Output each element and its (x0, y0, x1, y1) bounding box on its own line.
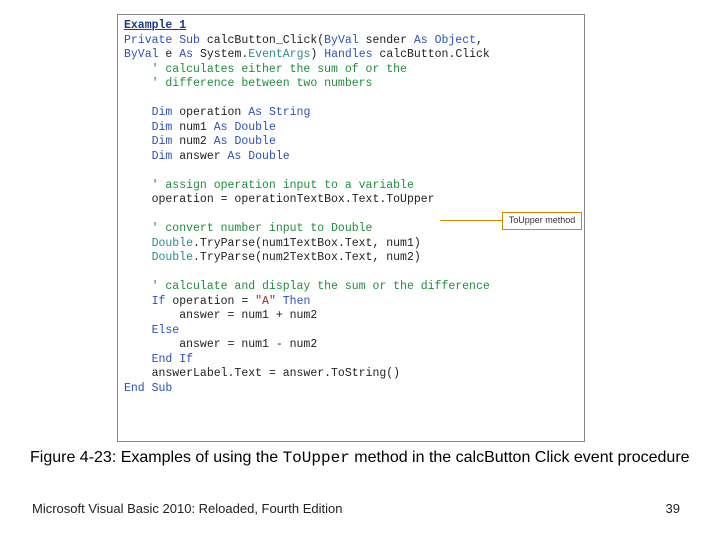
book-title-footer: Microsoft Visual Basic 2010: Reloaded, F… (32, 501, 342, 516)
toupper-callout-label: ToUpper method (502, 212, 582, 230)
code-block: Example 1 Private Sub calcButton_Click(B… (124, 19, 578, 396)
page-number: 39 (666, 501, 680, 516)
caption-post: method in the calcButton Click event pro… (350, 449, 690, 466)
toupper-assignment-line: operation = operationTextBox.Text.ToUppe… (124, 193, 435, 206)
caption-mono: ToUpper (283, 449, 350, 467)
example-title: Example 1 (124, 19, 186, 32)
callout-connector-line (440, 220, 502, 221)
figure-caption: Figure 4-23: Examples of using the ToUpp… (30, 448, 690, 468)
caption-pre: Figure 4-23: Examples of using the (30, 449, 283, 466)
